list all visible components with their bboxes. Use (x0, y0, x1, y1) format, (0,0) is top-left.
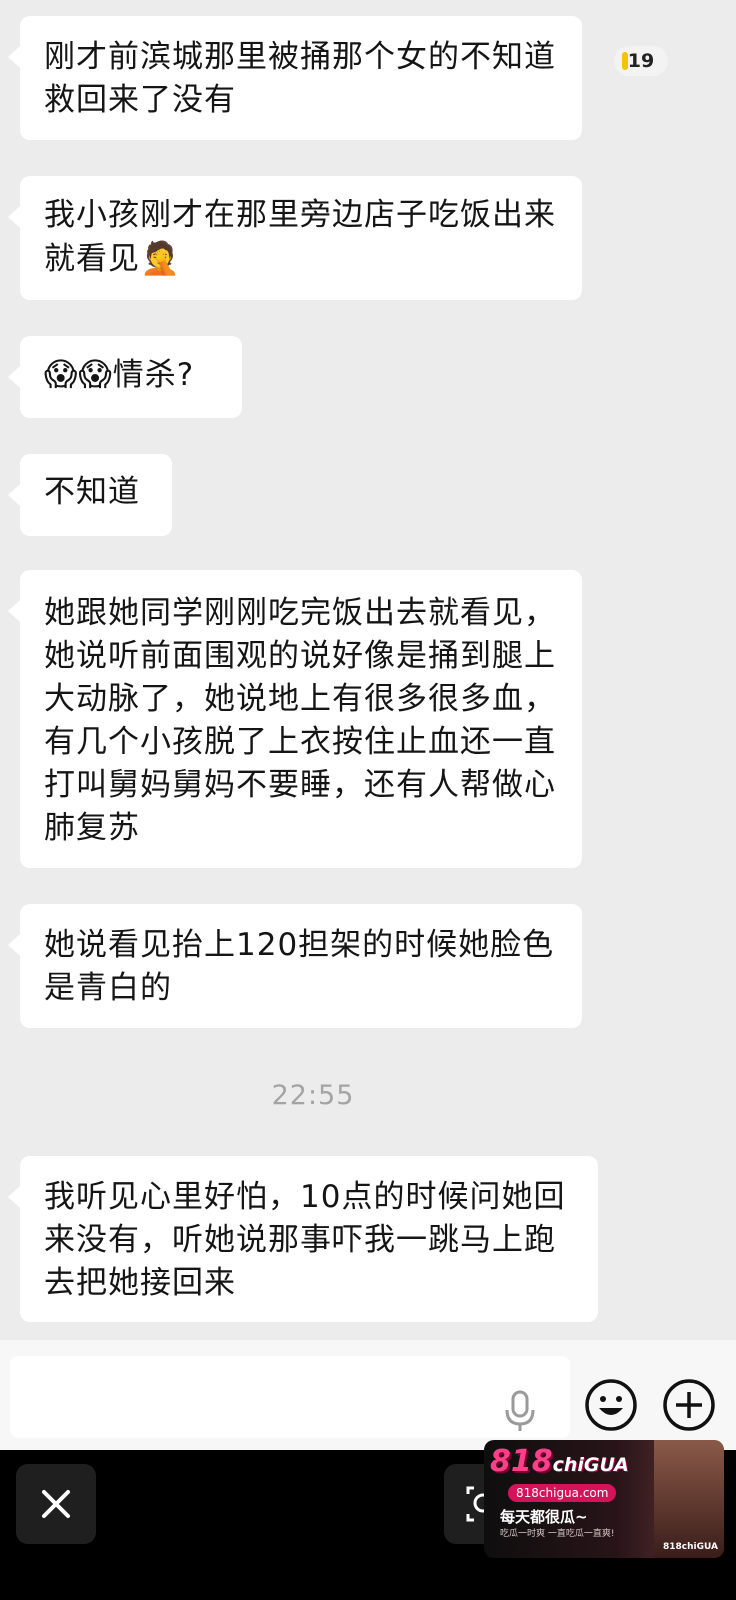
chat-area[interactable]: 19 刚才前滨城那里被捅那个女的不知道救回来了没有 我小孩刚才在那里旁边店子吃饭… (0, 0, 736, 1340)
message-text: 我听见心里好怕，10点的时候问她回来没有，听她说那事吓我一跳马上跑去把她接回来 (44, 1179, 566, 1301)
emoji-icon[interactable] (584, 1378, 638, 1432)
message-bubble[interactable]: 我听见心里好怕，10点的时候问她回来没有，听她说那事吓我一跳马上跑去把她接回来 (8, 1156, 598, 1322)
message-text: 她说看见抬上120担架的时候她脸色是青白的 (44, 927, 555, 1006)
message-text: 她跟她同学刚刚吃完饭出去就看见，她说听前面围观的说好像是捅到腿上大动脉了，她说地… (44, 595, 556, 846)
message-input[interactable] (10, 1356, 570, 1438)
unread-count: 19 (627, 50, 655, 72)
message-bubble[interactable]: 刚才前滨城那里被捅那个女的不知道救回来了没有 (8, 16, 582, 140)
message-bubble[interactable]: 她说看见抬上120担架的时候她脸色是青白的 (8, 904, 582, 1028)
plus-icon[interactable] (662, 1378, 716, 1432)
ad-url: 818chigua.com (508, 1484, 617, 1502)
message-text: 情杀? (112, 357, 195, 393)
message-bubble[interactable]: 不知道 (8, 454, 172, 536)
facepalm-emoji: 🤦 (140, 239, 181, 277)
close-button[interactable] (16, 1464, 96, 1544)
advertisement-banner[interactable]: 818chiGUA 818chigua.com 每天都很瓜~ 吃瓜一时爽 一直吃… (484, 1440, 724, 1558)
bottom-bar: 818chiGUA 818chigua.com 每天都很瓜~ 吃瓜一时爽 一直吃… (0, 1440, 736, 1600)
ad-subtitle: 吃瓜一时爽 一直吃瓜一直爽! (500, 1529, 615, 1539)
message-bubble[interactable]: 我小孩刚才在那里旁边店子吃饭出来就看见🤦 (8, 176, 582, 300)
message-text: 不知道 (44, 474, 140, 510)
message-text: 我小孩刚才在那里旁边店子吃饭出来就看见 (44, 197, 556, 277)
microphone-icon[interactable] (502, 1388, 538, 1434)
ad-logo: 818chiGUA (490, 1444, 629, 1479)
scream-emoji: 😱😱 (44, 355, 113, 393)
message-bubble[interactable]: 她跟她同学刚刚吃完饭出去就看见，她说听前面围观的说好像是捅到腿上大动脉了，她说地… (8, 570, 582, 868)
ad-image (654, 1440, 724, 1558)
input-bar (0, 1340, 736, 1450)
ad-slogan: 每天都很瓜~ (500, 1508, 588, 1526)
unread-badge: 19 (614, 46, 668, 76)
message-text: 刚才前滨城那里被捅那个女的不知道救回来了没有 (44, 39, 556, 118)
ad-brand: 818chiGUA (663, 1542, 718, 1552)
message-bubble[interactable]: 😱😱情杀? (8, 336, 242, 418)
close-icon (42, 1490, 70, 1518)
timestamp: 22:55 (271, 1080, 355, 1111)
